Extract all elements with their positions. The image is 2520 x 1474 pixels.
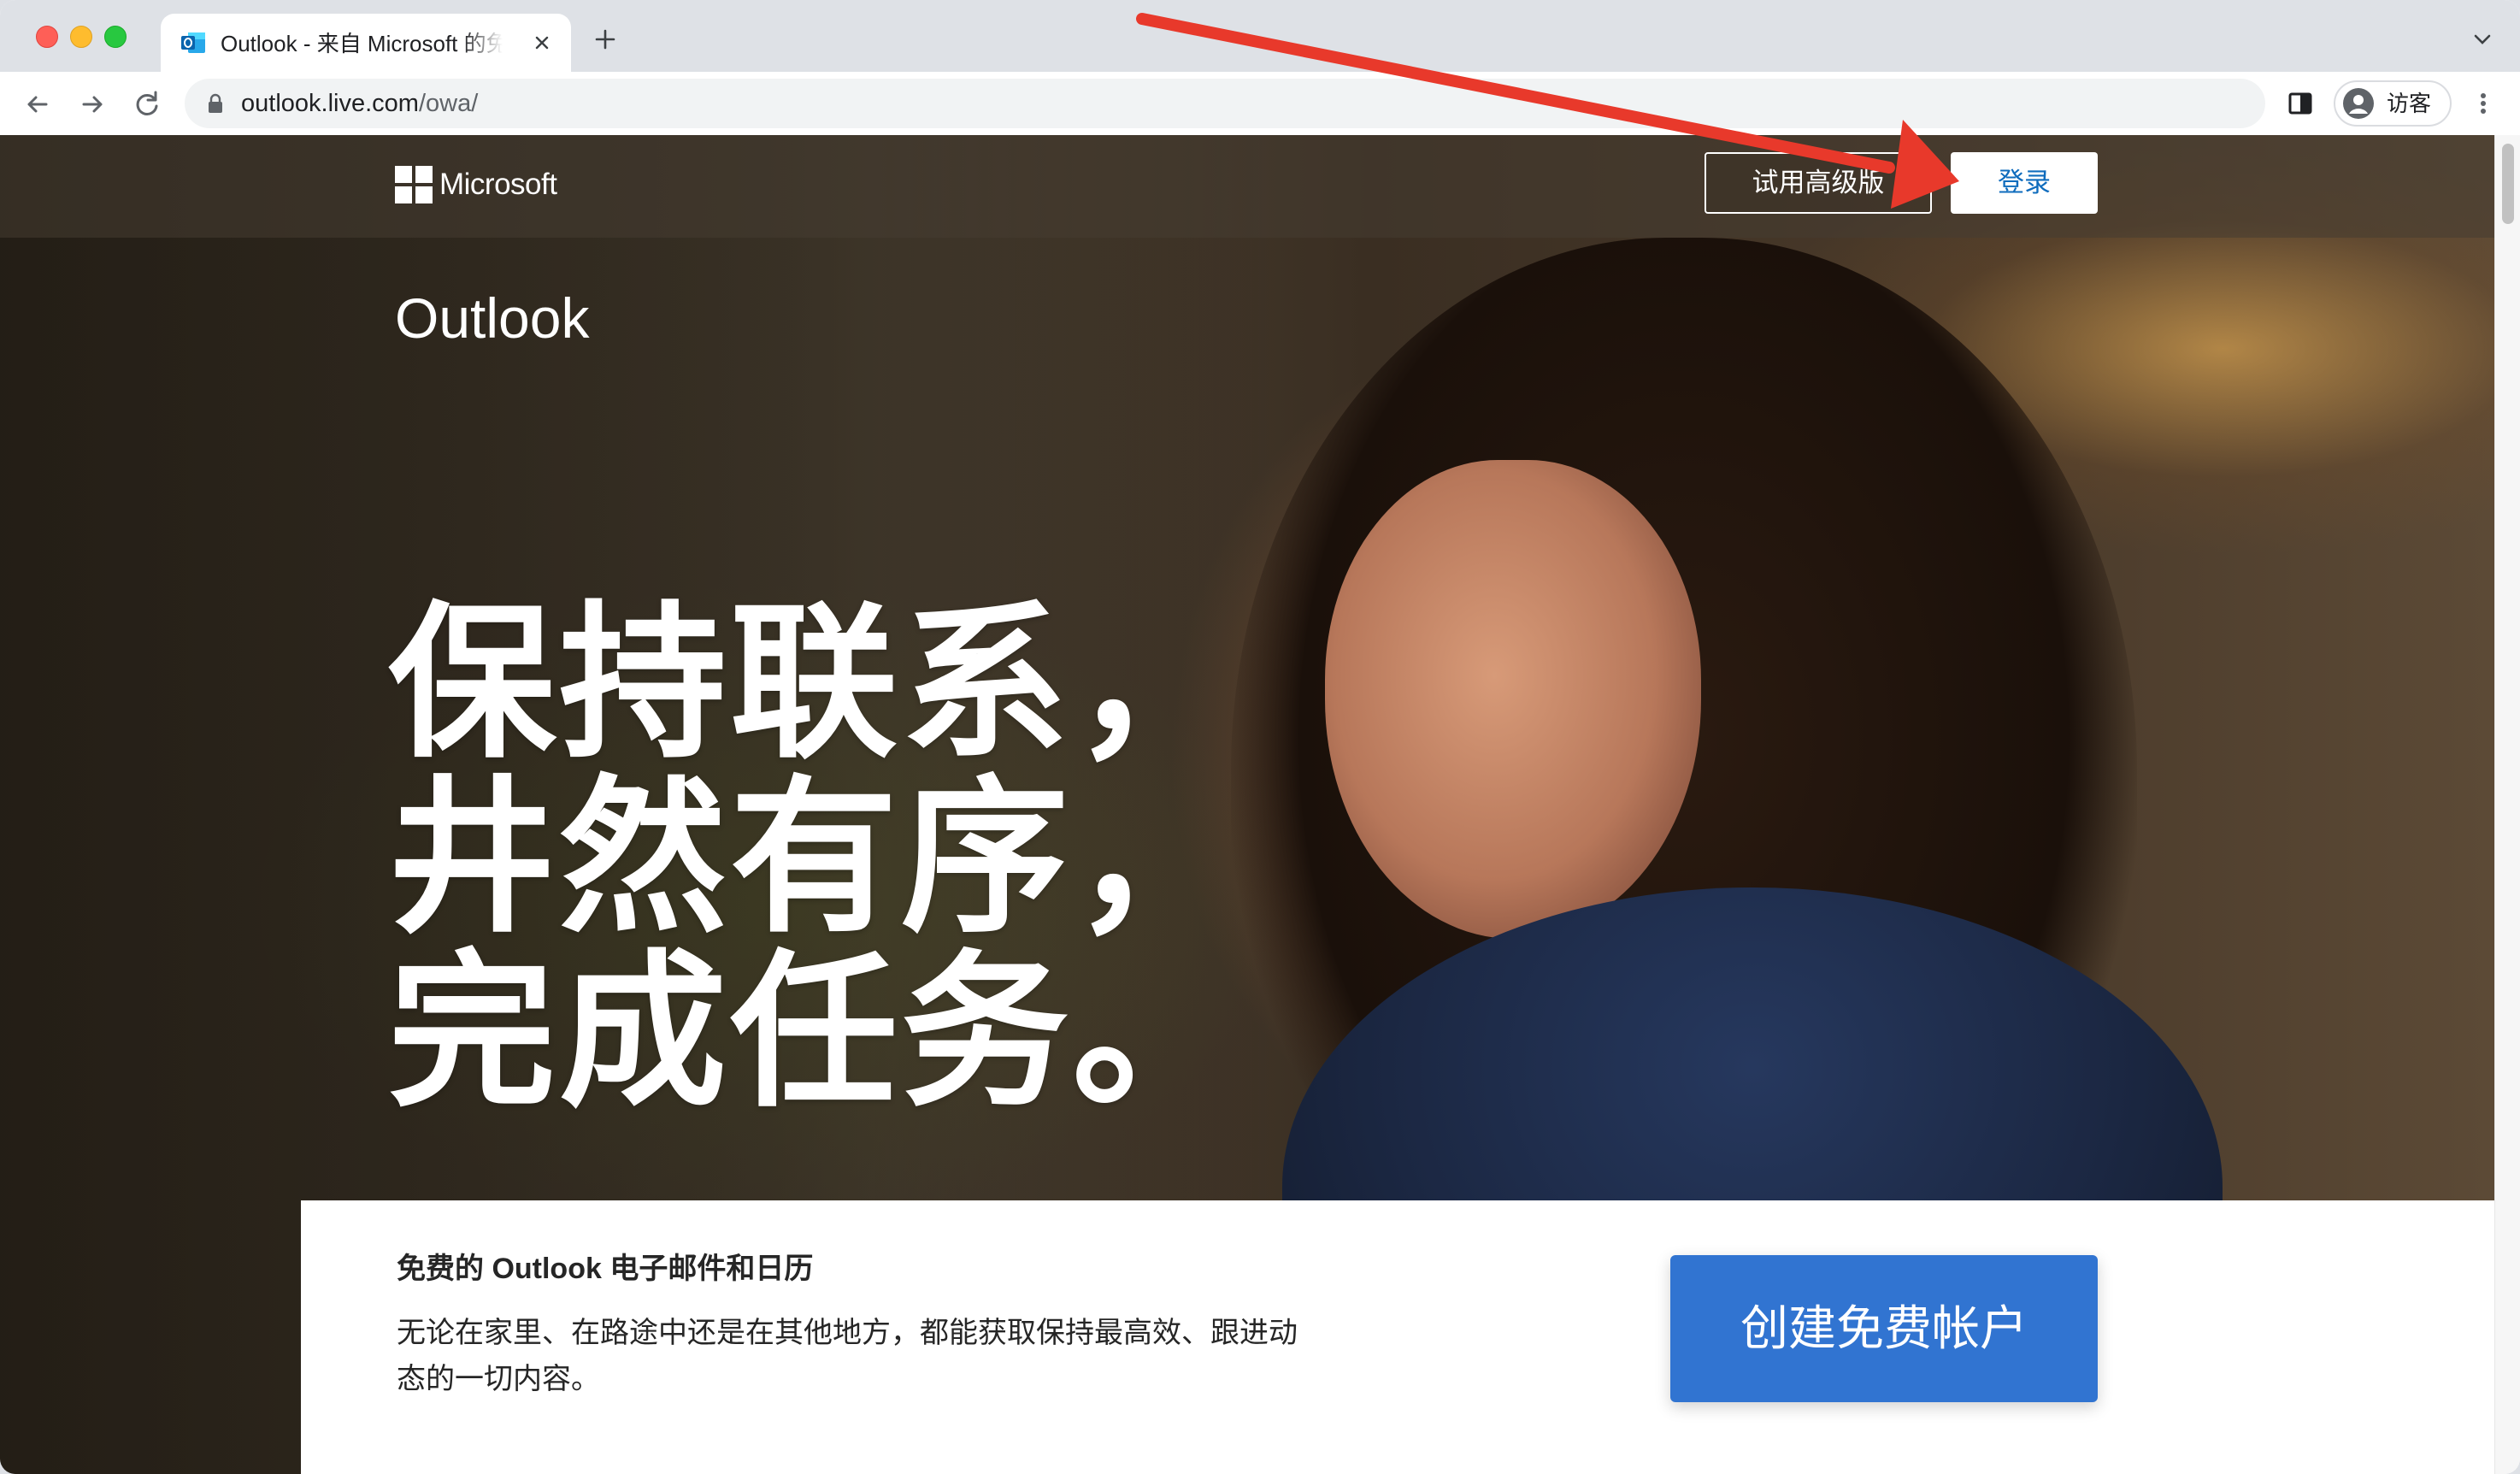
site-header: Microsoft 试用高级版 登录 <box>0 135 2494 238</box>
tab-strip: Outlook - 来自 Microsoft 的免费 <box>0 0 2520 72</box>
more-options-icon[interactable] <box>2469 89 2498 118</box>
profile-label: 访客 <box>2387 91 2432 116</box>
hero-headline: 保持联系， 井然有序， 完成任务。 <box>388 597 1414 1120</box>
card-heading: 免费的 Outlook 电子邮件和日历 <box>397 1253 814 1285</box>
outlook-favicon-icon <box>181 32 205 53</box>
card-body: 无论在家里、在路途中还是在其他地方，都能获取保持最高效、跟进动态的一切内容。 <box>397 1317 1298 1395</box>
tab-close-icon[interactable] <box>528 29 556 56</box>
microsoft-logo-icon[interactable] <box>395 166 433 203</box>
headline-line-3: 完成任务。 <box>388 939 1244 1126</box>
back-arrow-icon[interactable] <box>21 87 55 121</box>
url-path: /owa/ <box>418 90 479 117</box>
tab-title: Outlook - 来自 Microsoft 的免费 <box>221 31 503 56</box>
try-premium-button[interactable]: 试用高级版 <box>1705 152 1932 214</box>
microsoft-wordmark[interactable]: Microsoft <box>439 161 557 209</box>
forward-arrow-icon[interactable] <box>75 87 109 121</box>
guest-avatar-icon <box>2343 88 2374 119</box>
tab-outlook[interactable]: Outlook - 来自 Microsoft 的免费 <box>161 14 571 72</box>
product-title: Outlook <box>395 286 590 350</box>
window-maximize-button[interactable] <box>104 26 127 48</box>
browser-toolbar: outlook.live.com/owa/ 访客 <box>0 72 2520 136</box>
scrollbar-thumb[interactable] <box>2502 144 2514 224</box>
sign-in-button[interactable]: 登录 <box>1951 152 2098 214</box>
address-bar[interactable]: outlook.live.com/owa/ <box>185 79 2265 128</box>
url-host: outlook.live.com <box>241 90 419 117</box>
page-scrollbar[interactable] <box>2494 135 2520 1474</box>
headline-line-2: 井然有序， <box>388 764 1244 952</box>
browser-window: Outlook - 来自 Microsoft 的免费 outlook.live.… <box>0 0 2520 1474</box>
profile-button[interactable]: 访客 <box>2334 80 2452 127</box>
new-tab-icon[interactable] <box>592 26 619 53</box>
reload-icon[interactable] <box>130 87 164 121</box>
create-free-account-button[interactable]: 创建免费帐户 <box>1670 1255 2098 1402</box>
headline-line-1: 保持联系， <box>388 590 1244 777</box>
window-minimize-button[interactable] <box>70 26 92 48</box>
page-viewport: Microsoft 试用高级版 登录 Outlook 保持联系， 井然有序， 完… <box>0 135 2494 1474</box>
side-panel-icon[interactable] <box>2286 89 2315 118</box>
window-close-button[interactable] <box>36 26 58 48</box>
url-text[interactable]: outlook.live.com/owa/ <box>241 79 478 128</box>
signup-card: 免费的 Outlook 电子邮件和日历 无论在家里、在路途中还是在其他地方，都能… <box>301 1200 2494 1474</box>
lock-icon[interactable] <box>207 93 224 114</box>
chevron-down-icon[interactable] <box>2470 29 2494 50</box>
